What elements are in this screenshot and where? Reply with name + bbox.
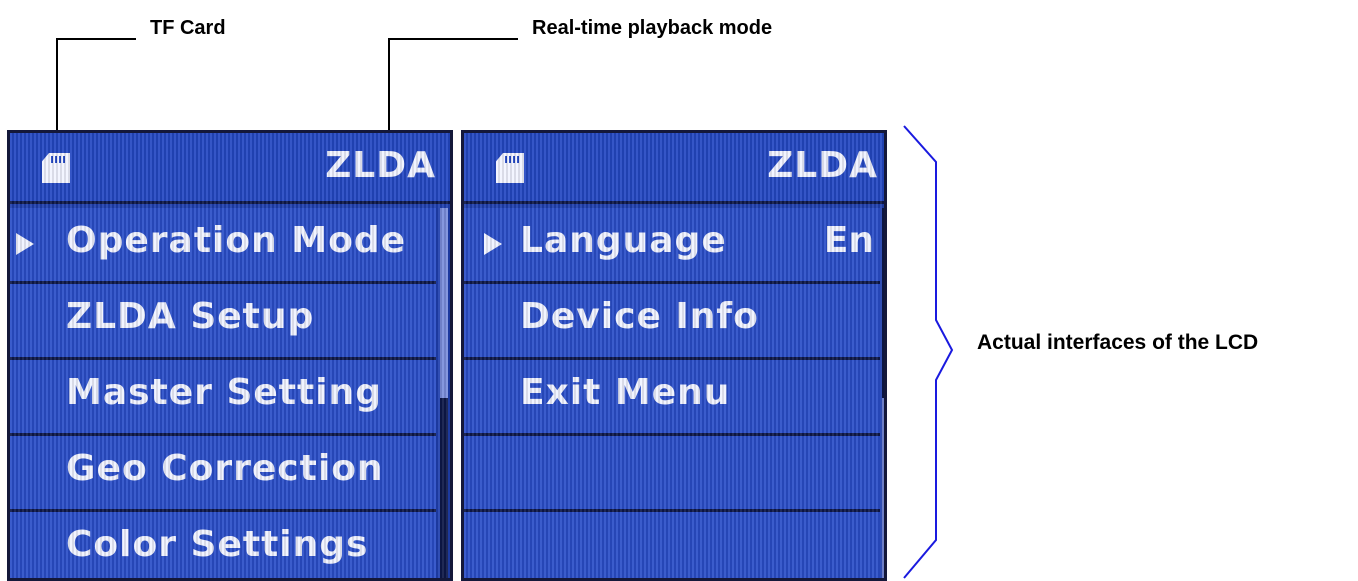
menu-item-color-settings[interactable]: Color Settings [10, 512, 436, 578]
menu-item-label: Color Settings [66, 524, 369, 565]
brace-bracket [903, 125, 954, 579]
triangle-right-icon [16, 233, 34, 255]
lcd-screen-system-menu: ZLDA Language En Device Info Exit Menu [461, 130, 887, 581]
menu-item-label: Exit Menu [520, 372, 731, 413]
tf-card-callout: TF Card [150, 17, 226, 39]
menu-item-label: Geo Correction [66, 448, 384, 489]
menu-scrollbar[interactable] [440, 208, 448, 578]
lcd-header: ZLDA [464, 133, 884, 204]
tf-card-leader-horizontal [56, 38, 136, 40]
language-value: En [823, 220, 874, 261]
menu-item-master-setting[interactable]: Master Setting [10, 360, 436, 436]
triangle-right-icon [484, 233, 502, 255]
menu-item-language[interactable]: Language En [464, 208, 880, 284]
sd-card-icon [496, 153, 524, 183]
menu-item-device-info[interactable]: Device Info [464, 284, 880, 360]
scrollbar-thumb[interactable] [882, 398, 884, 578]
menu-item-geo-correction[interactable]: Geo Correction [10, 436, 436, 512]
playback-mode-callout: Real-time playback mode [532, 17, 773, 39]
brand-label: ZLDA [325, 145, 436, 186]
menu-item-empty-1 [464, 436, 880, 512]
lcd-header: ZLDA [10, 133, 450, 204]
menu-item-empty-2 [464, 512, 880, 578]
menu-item-label: Language [520, 220, 727, 261]
sd-card-icon [42, 153, 70, 183]
scrollbar-thumb[interactable] [440, 208, 448, 398]
brand-label: ZLDA [767, 145, 878, 186]
playback-mode-leader-horizontal [388, 38, 518, 40]
menu-item-exit-menu[interactable]: Exit Menu [464, 360, 880, 436]
menu-item-label: Device Info [520, 296, 759, 337]
menu-item-label: Master Setting [66, 372, 382, 413]
menu-scrollbar[interactable] [882, 208, 884, 578]
playback-mode-leader-vertical [388, 38, 390, 130]
menu-item-operation-mode[interactable]: Operation Mode [10, 208, 436, 284]
actual-interfaces-callout: Actual interfaces of the LCD [977, 331, 1259, 354]
menu-item-zlda-setup[interactable]: ZLDA Setup [10, 284, 436, 360]
menu-item-label: Operation Mode [66, 220, 407, 261]
menu-item-label: ZLDA Setup [66, 296, 315, 337]
lcd-screen-main-menu: ZLDA Operation Mode ZLDA Setup Master Se… [7, 130, 453, 581]
tf-card-leader-vertical [56, 38, 58, 130]
